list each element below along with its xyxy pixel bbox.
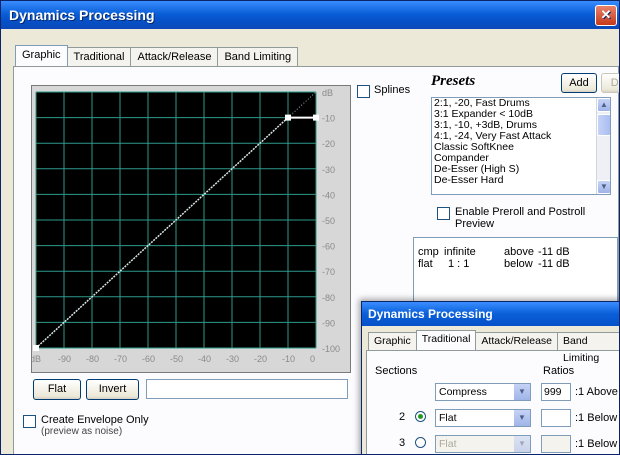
y-tick-label: -40	[322, 190, 335, 200]
scroll-thumb[interactable]	[597, 114, 610, 136]
summary-row-1-level: -11 dB	[538, 246, 570, 258]
x-tick-label: -20	[254, 354, 267, 364]
dynamics-processing-window: Dynamics Processing ✕ Graphic Traditiona…	[0, 0, 620, 455]
main-tabs: Graphic Traditional Attack/Release Band …	[15, 45, 299, 67]
delete-preset-button[interactable]: Del	[601, 73, 619, 93]
invert-button[interactable]: Invert	[86, 379, 139, 400]
presets-title: Presets	[431, 73, 476, 89]
ratio-1-input[interactable]: 999	[541, 383, 571, 401]
flat-button[interactable]: Flat	[33, 379, 81, 400]
x-tick-label: -30	[226, 354, 239, 364]
status-field	[146, 379, 348, 399]
overlay-title: Dynamics Processing	[362, 302, 619, 326]
dynamics-graph[interactable]: dB-10-20-30-40-50-60-70-80-90-100dB-90-8…	[32, 86, 352, 374]
x-tick-label: -60	[142, 354, 155, 364]
overlay-dialog: Dynamics Processing Sections Ratios Comp…	[361, 301, 619, 454]
x-tick-label: 0	[310, 354, 315, 364]
section-3-select[interactable]: Flat ▼	[435, 435, 531, 453]
overlay-tab-band-limiting[interactable]: Band Limiting	[557, 332, 619, 364]
x-tick-label: -90	[58, 354, 71, 364]
x-tick-label: dB	[32, 354, 41, 364]
section-1-select[interactable]: Compress ▼	[435, 383, 531, 401]
x-tick-label: -80	[86, 354, 99, 364]
create-envelope-label: Create Envelope Only	[41, 414, 149, 426]
ratio-2-suffix: :1 Below	[575, 412, 618, 424]
x-tick-label: -70	[114, 354, 127, 364]
scroll-down-icon[interactable]: ▼	[597, 180, 610, 194]
x-tick-label: -40	[198, 354, 211, 364]
ratio-3-suffix: :1 Below	[575, 438, 618, 450]
ratio-2-input[interactable]	[541, 409, 571, 427]
y-tick-label: dB	[322, 88, 333, 98]
section-2-select-value: Flat	[439, 412, 457, 424]
curve-control-point[interactable]	[33, 345, 39, 351]
sections-label: Sections	[375, 365, 418, 377]
summary-row-2-ratio: 1 : 1	[448, 258, 470, 270]
tab-graphic[interactable]: Graphic	[15, 45, 68, 66]
x-tick-label: -10	[282, 354, 295, 364]
title-bar: Dynamics Processing ✕	[1, 1, 619, 29]
section-1-select-value: Compress	[439, 386, 487, 398]
section-2-number: 2	[399, 411, 406, 423]
y-tick-label: -80	[322, 293, 335, 303]
x-tick-label: -50	[170, 354, 183, 364]
section-2-select[interactable]: Flat ▼	[435, 409, 531, 427]
y-tick-label: -50	[322, 216, 335, 226]
summary-row-2-dir: below	[504, 258, 533, 270]
splines-checkbox[interactable]	[357, 85, 370, 98]
section-3-radio[interactable]	[415, 437, 426, 448]
y-tick-label: -10	[322, 114, 335, 124]
ratio-1-suffix: :1 Above	[575, 386, 618, 398]
window-title: Dynamics Processing	[9, 7, 155, 23]
dropdown-arrow-icon[interactable]: ▼	[514, 384, 530, 400]
dropdown-arrow-icon[interactable]: ▼	[514, 436, 530, 452]
enable-preroll-label-2: Preview	[455, 218, 495, 230]
add-preset-button[interactable]: Add	[561, 73, 597, 93]
overlay-tab-graphic[interactable]: Graphic	[368, 332, 417, 350]
summary-row-1-dir: above	[504, 246, 534, 258]
create-envelope-sublabel: (preview as noise)	[41, 426, 123, 437]
summary-row-1-type: cmp	[418, 246, 439, 258]
presets-list[interactable]: 2:1, -20, Fast Drums 3:1 Expander < 10dB 3…	[431, 97, 611, 195]
y-tick-label: -70	[322, 267, 335, 277]
ratio-3-input[interactable]	[541, 435, 571, 453]
tab-attack-release[interactable]: Attack/Release	[130, 47, 219, 66]
curve-control-point[interactable]	[313, 114, 319, 121]
y-tick-label: -100	[322, 344, 340, 354]
enable-preroll-label: Enable Preroll and Postroll	[455, 206, 586, 218]
y-tick-label: -90	[322, 318, 335, 328]
close-button[interactable]: ✕	[595, 5, 617, 26]
summary-row-2-level: -11 dB	[538, 258, 570, 270]
create-envelope-checkbox[interactable]	[23, 415, 36, 428]
overlay-tabs: Graphic Traditional Attack/Release Band …	[368, 330, 619, 364]
scroll-up-icon[interactable]: ▲	[597, 98, 610, 112]
dropdown-arrow-icon[interactable]: ▼	[514, 410, 530, 426]
y-tick-label: -20	[322, 139, 335, 149]
y-tick-label: -30	[322, 165, 335, 175]
summary-row-2-type: flat	[418, 258, 433, 270]
summary-row-1-ratio: infinite	[444, 246, 476, 258]
preset-item[interactable]: De-Esser Hard	[432, 175, 610, 186]
section-3-number: 3	[399, 437, 406, 449]
section-2-radio[interactable]	[415, 411, 426, 422]
overlay-tab-attack-release[interactable]: Attack/Release	[475, 332, 559, 350]
enable-preroll-checkbox[interactable]	[437, 207, 450, 220]
presets-scrollbar[interactable]: ▲ ▼	[596, 98, 610, 194]
overlay-tab-traditional[interactable]: Traditional	[415, 330, 477, 350]
section-3-select-value: Flat	[439, 438, 457, 450]
dynamics-graph-frame: dB-10-20-30-40-50-60-70-80-90-100dB-90-8…	[31, 85, 351, 373]
curve-control-point[interactable]	[285, 114, 291, 121]
tab-traditional[interactable]: Traditional	[66, 47, 132, 66]
y-tick-label: -60	[322, 242, 335, 252]
tab-band-limiting[interactable]: Band Limiting	[217, 47, 299, 66]
splines-label: Splines	[374, 84, 411, 96]
